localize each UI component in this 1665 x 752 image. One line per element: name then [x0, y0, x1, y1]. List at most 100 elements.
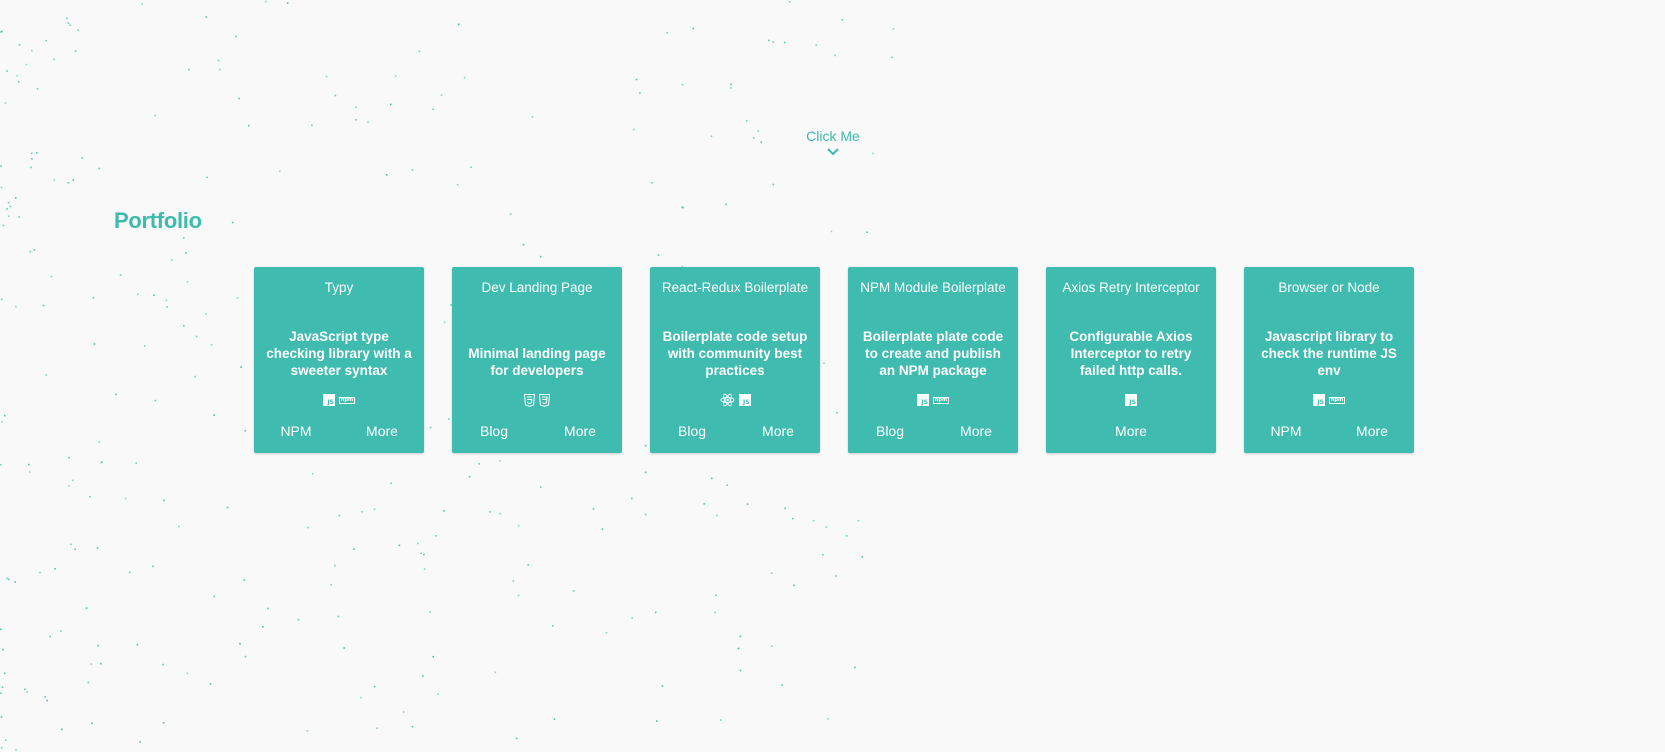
particle-dot: [236, 297, 239, 299]
particle-dot: [15, 749, 17, 751]
particle-dot: [137, 293, 139, 296]
particle-dot: [429, 611, 431, 613]
particle-dot: [54, 568, 56, 570]
card-link-blog[interactable]: Blog: [678, 422, 706, 440]
particle-dot: [390, 103, 392, 106]
particle-dot: [572, 590, 575, 592]
card-link-blog[interactable]: Blog: [480, 422, 508, 440]
particle-dot: [6, 70, 8, 72]
card-link-blog[interactable]: Blog: [876, 422, 904, 440]
particle-dot: [330, 584, 332, 586]
particle-dot: [206, 176, 208, 179]
card-title: React-Redux Boilerplate: [661, 280, 809, 295]
particle-dot: [36, 152, 38, 154]
particle-dot: [411, 725, 414, 728]
particle-dot: [553, 718, 556, 720]
particle-dot: [186, 672, 189, 675]
card-link-more[interactable]: More: [564, 422, 596, 440]
particle-dot: [739, 669, 742, 672]
particle-dot: [77, 29, 79, 31]
css3-icon: [539, 393, 550, 407]
particle-dot: [72, 479, 74, 482]
particle-dot: [139, 741, 141, 743]
particle-dot: [745, 120, 748, 122]
particle-dot: [115, 393, 117, 396]
card-link-npm[interactable]: NPM: [1270, 422, 1301, 440]
js-icon: JS: [323, 394, 335, 406]
particle-dot: [90, 663, 93, 665]
particle-dot: [376, 727, 378, 729]
card-links: NPM More: [1244, 422, 1414, 440]
particle-dot: [417, 542, 419, 545]
card-link-more[interactable]: More: [1115, 422, 1147, 440]
particle-dot: [631, 617, 633, 619]
particle-dot: [60, 630, 62, 632]
particle-dot: [124, 497, 127, 500]
card-description-wrap: Boilerplate code setup with community be…: [658, 327, 812, 379]
particle-dot: [644, 444, 647, 447]
card-tech-icons: JS: [1046, 393, 1216, 407]
particle-dot: [830, 230, 833, 233]
particle-dot: [165, 299, 168, 301]
particle-dot: [30, 166, 32, 169]
particle-dot: [9, 205, 12, 208]
card-description: Javascript library to check the runtime …: [1261, 329, 1397, 378]
particle-dot: [666, 32, 669, 34]
particle-dot: [306, 730, 309, 732]
particle-dot: [16, 75, 18, 77]
card-title: Dev Landing Page: [481, 280, 593, 295]
particle-dot: [812, 519, 815, 522]
particle-dot: [793, 584, 795, 587]
particle-dot: [539, 486, 542, 488]
particle-dot: [244, 655, 247, 658]
particle-dot: [725, 203, 727, 206]
particle-dot: [760, 141, 763, 144]
particle-dot: [325, 75, 328, 78]
card-description: Configurable Axios Interceptor to retry …: [1069, 329, 1193, 378]
particle-dot: [5, 739, 7, 741]
particle-dot: [74, 548, 76, 551]
particle-dot: [153, 294, 155, 296]
particle-dot: [262, 626, 264, 628]
particle-dot: [509, 213, 512, 215]
card-link-more[interactable]: More: [366, 422, 398, 440]
particle-dot: [4, 672, 6, 675]
card-tech-icons: JS npm: [254, 393, 424, 407]
particle-dot: [91, 722, 93, 725]
particle-dot: [14, 197, 17, 199]
particle-dot: [247, 124, 250, 127]
particle-dot: [517, 524, 520, 527]
particle-dot: [81, 157, 83, 159]
particle-dot: [235, 35, 237, 38]
particle-dot: [6, 208, 8, 210]
card-description: JavaScript type checking library with a …: [266, 329, 412, 378]
particle-dot: [841, 19, 844, 21]
particle-dot: [402, 711, 405, 713]
particle-dot: [92, 296, 95, 299]
portfolio-card: NPM Module Boilerplate Boilerplate plate …: [848, 267, 1018, 453]
particle-dot: [767, 39, 770, 42]
particle-dot: [711, 477, 713, 480]
particle-dot: [601, 528, 604, 530]
particle-dot: [656, 720, 658, 722]
particle-dot: [715, 594, 717, 597]
particle-dot: [470, 166, 472, 169]
particle-dot: [861, 556, 864, 558]
card-link-more[interactable]: More: [762, 422, 794, 440]
particle-dot: [866, 231, 868, 233]
particle-dot: [418, 50, 421, 53]
particle-dot: [67, 22, 70, 24]
particle-dot: [1, 30, 3, 33]
click-me-label: Click Me: [806, 128, 860, 144]
particle-dot: [238, 97, 240, 100]
card-link-more[interactable]: More: [1356, 422, 1388, 440]
particle-dot: [98, 441, 101, 443]
card-link-npm[interactable]: NPM: [280, 422, 311, 440]
particle-background: [0, 0, 896, 751]
particle-dot: [443, 321, 446, 324]
card-link-more[interactable]: More: [960, 422, 992, 440]
particle-dot: [635, 78, 638, 81]
click-me-link[interactable]: Click Me: [783, 128, 883, 157]
particle-dot: [682, 206, 684, 209]
particle-dot: [834, 54, 836, 57]
